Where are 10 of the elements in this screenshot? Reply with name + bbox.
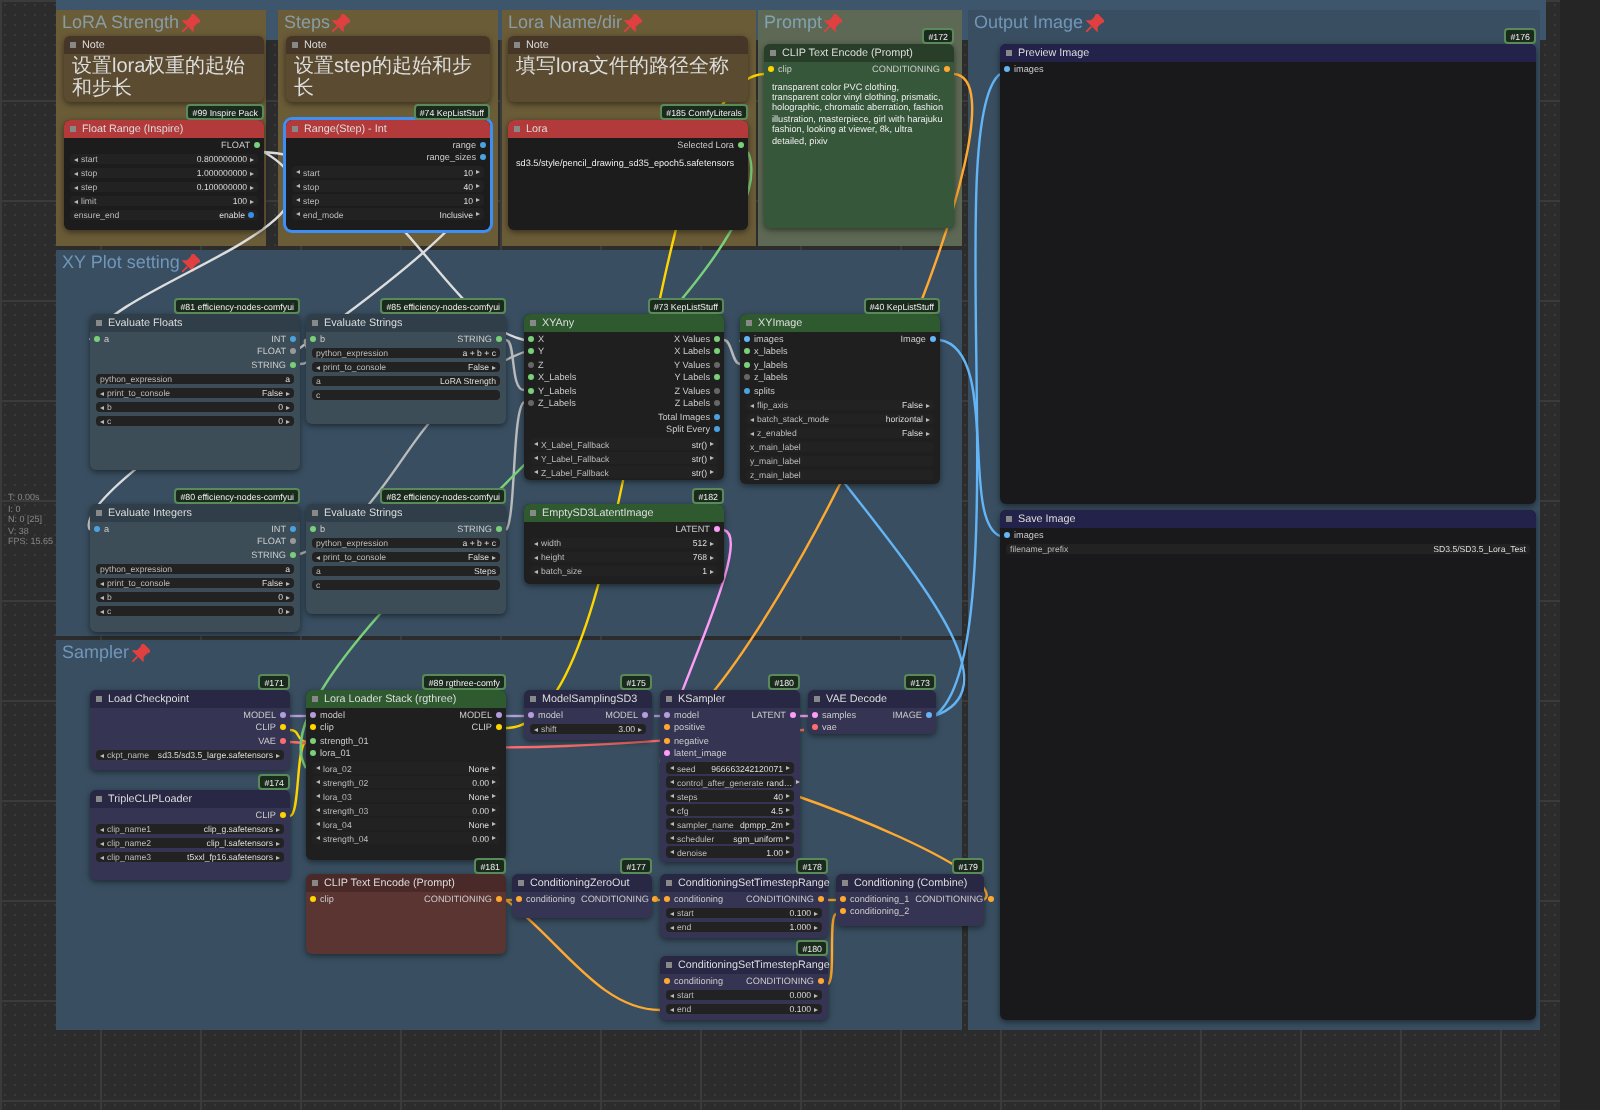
group-title: LoRA Strength <box>62 12 180 34</box>
group-title: Lora Name/dir <box>508 12 623 34</box>
note-text: 填写lora文件的路径全称 <box>514 54 732 80</box>
group-title: XY Plot setting <box>62 252 180 274</box>
note-text: 设置step的起始和步长 <box>292 54 474 102</box>
note-text: 设置lora权重的起始和步长 <box>70 54 248 102</box>
group-title: Steps <box>284 12 331 34</box>
group-title: Prompt <box>764 12 823 34</box>
group-title: Sampler <box>62 642 130 664</box>
group-title: Output Image <box>974 12 1084 34</box>
